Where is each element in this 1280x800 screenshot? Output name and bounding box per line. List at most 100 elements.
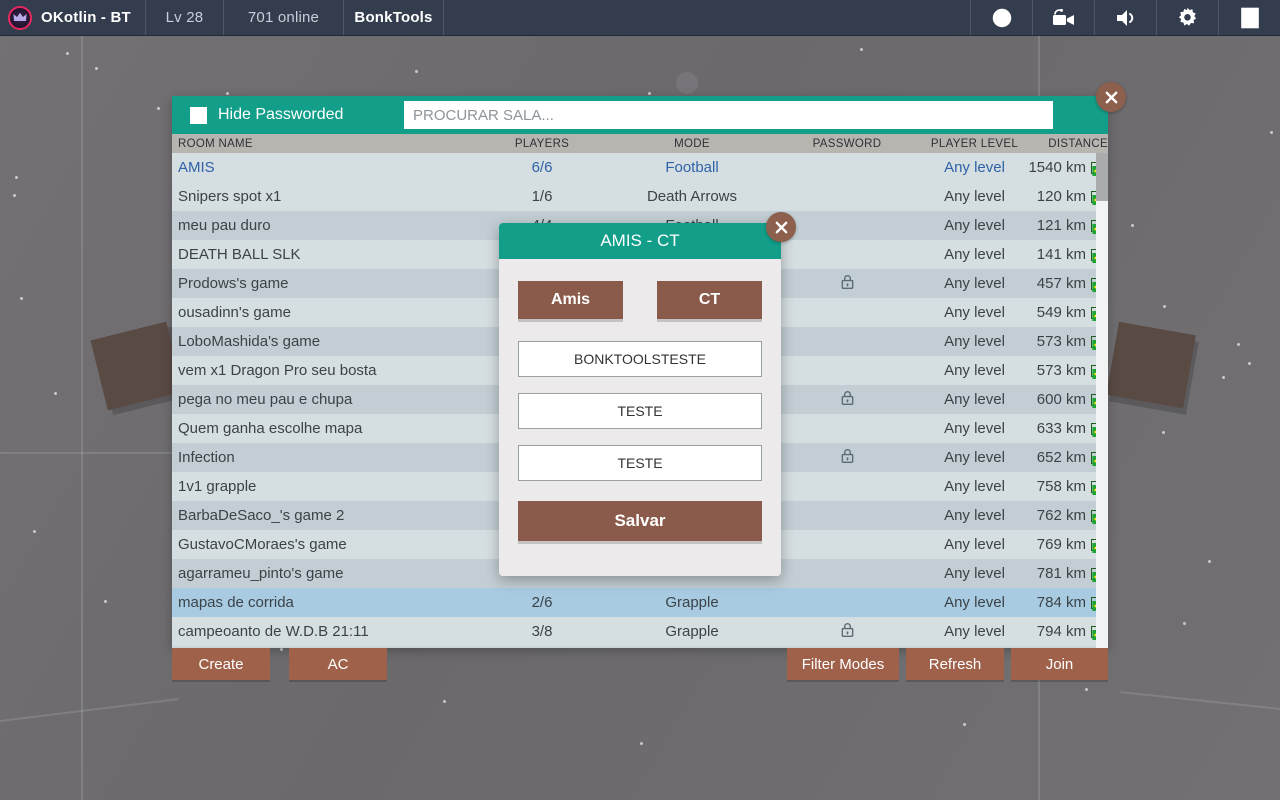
room-players-cell: 2/6 [531,594,553,611]
table-row[interactable]: mapas de corrida 2/6 Grapple Any level 784 k… [172,588,1108,617]
room-list-actions: Create AC Filter Modes Refresh Join [172,648,1108,680]
lock-icon [840,390,855,410]
room-level-cell: Any level [944,565,1005,582]
distance-value: 781 km [1036,565,1086,582]
distance-value: 769 km [1036,536,1086,553]
filter-modes-button[interactable]: Filter Modes [787,648,899,680]
close-modal-button[interactable] [766,212,796,242]
team-ct-button[interactable]: CT [657,281,762,319]
room-level-cell: Any level [944,333,1005,350]
column-header-mode: MODE [674,137,710,150]
distance-value: 758 km [1036,478,1086,495]
hide-passworded-checkbox[interactable] [190,106,207,124]
video-camera-icon[interactable] [1032,0,1094,35]
room-level-cell: Any level [944,391,1005,408]
room-level-cell: Any level [944,188,1005,205]
room-level-cell: Any level [944,449,1005,466]
scrollbar-thumb[interactable] [1096,153,1108,201]
close-room-list-button[interactable] [1096,82,1126,112]
table-row[interactable]: AMIS 6/6 Football Any level 1540 km [172,153,1108,182]
column-header-level: PLAYER LEVEL [930,137,1019,150]
room-name-cell: Prodows's game [178,275,289,292]
distance-value: 457 km [1036,275,1086,292]
distance-value: 762 km [1036,507,1086,524]
room-level-cell: Any level [944,159,1005,176]
lock-icon [840,448,855,468]
room-name-cell: LoboMashida's game [178,333,321,350]
bg-line [1120,691,1280,711]
exit-door-icon[interactable] [1218,0,1280,35]
table-row[interactable]: Snipers spot x1 1/6 Death Arrows Any level 1… [172,182,1108,211]
bg-line [0,452,175,454]
room-name-cell: Snipers spot x1 [178,188,282,205]
crown-icon-svg [13,12,27,21]
modal-title: AMIS - CT [600,231,680,250]
join-button[interactable]: Join [1011,648,1108,680]
room-name-cell: meu pau duro [178,217,271,234]
crown-icon [8,5,32,30]
bg-block [90,321,184,411]
team-amis-button[interactable]: Amis [518,281,623,319]
room-name-cell: vem x1 Dragon Pro seu bosta [178,362,377,379]
room-level-cell: Any level [944,507,1005,524]
modal-body: Amis CT Salvar [499,259,781,541]
room-name-cell: BarbaDeSaco_'s game 2 [178,507,345,524]
room-name-cell: mapas de corrida [178,594,294,611]
modal-field-2[interactable] [518,393,762,429]
team-name-modal: AMIS - CT Amis CT Salvar [499,212,796,576]
room-name-cell: Infection [178,449,235,466]
distance-value: 600 km [1036,391,1086,408]
player-name: OKotlin - BT [41,9,131,26]
room-players-cell: 6/6 [531,159,553,176]
modal-field-1[interactable] [518,341,762,377]
room-level-cell: Any level [944,420,1005,437]
distance-value: 549 km [1036,304,1086,321]
room-password-cell [772,622,922,642]
room-password-cell [772,274,922,294]
room-level-cell: Any level [944,478,1005,495]
distance-value: 573 km [1036,333,1086,350]
distance-value: 784 km [1036,594,1086,611]
column-header-distance: DISTANCE [1048,137,1108,150]
room-players-cell: 3/8 [531,623,553,640]
room-level-cell: Any level [944,594,1005,611]
distance-value: 1540 km [1028,159,1086,176]
room-name-cell: campeoanto de W.D.B 21:11 [178,623,369,640]
save-button[interactable]: Salvar [518,501,762,541]
room-password-cell [772,448,922,468]
room-name-cell: DEATH BALL SLK [178,246,301,263]
team-selector: Amis CT [518,281,762,319]
gear-icon[interactable] [1156,0,1218,35]
room-list-scrollbar[interactable] [1096,153,1108,648]
room-mode-cell: Grapple [665,594,719,611]
bg-block [1106,321,1196,409]
column-headers: ROOM NAME PLAYERS MODE PASSWORD PLAYER L… [172,134,1108,153]
room-password-cell [772,390,922,410]
bonktools-button[interactable]: BonkTools [344,0,444,35]
distance-value: 141 km [1036,246,1086,263]
hide-passworded-toggle[interactable]: Hide Passworded [172,106,402,124]
distance-value: 652 km [1036,449,1086,466]
room-name-cell: Quem ganha escolhe mapa [178,420,363,437]
ac-button[interactable]: AC [289,648,387,680]
distance-value: 121 km [1036,217,1086,234]
refresh-button[interactable]: Refresh [906,648,1004,680]
create-button[interactable]: Create [172,648,270,680]
modal-field-3[interactable] [518,445,762,481]
distance-value: 794 km [1036,623,1086,640]
online-count: 701 online [224,0,344,35]
room-name-cell: AMIS [178,159,215,176]
table-row[interactable]: campeoanto de W.D.B 21:11 3/8 Grapple Any l… [172,617,1108,646]
player-badge[interactable]: OKotlin - BT [0,0,146,35]
distance-value: 573 km [1036,362,1086,379]
room-level-cell: Any level [944,217,1005,234]
room-level-cell: Any level [944,275,1005,292]
room-name-cell: agarrameu_pinto's game [178,565,344,582]
column-header-room-name: ROOM NAME [178,137,253,150]
search-input[interactable] [404,101,1053,129]
lock-icon [840,274,855,294]
volume-icon[interactable] [1094,0,1156,35]
hide-passworded-label: Hide Passworded [218,106,344,123]
eye-off-icon[interactable] [970,0,1032,35]
